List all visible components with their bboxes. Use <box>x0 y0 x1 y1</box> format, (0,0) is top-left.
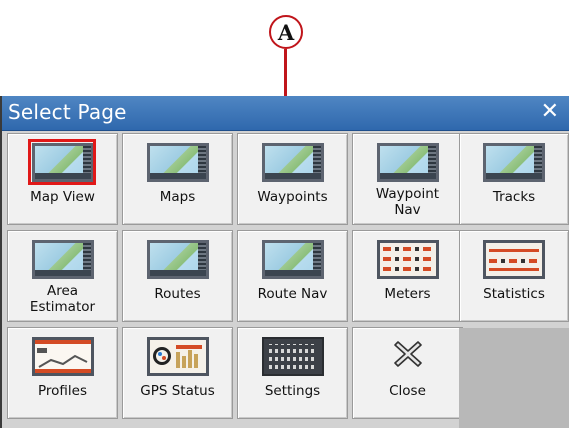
meters-thumbnail-icon <box>376 240 439 279</box>
map-thumbnail-icon <box>261 143 324 182</box>
tile-settings[interactable]: Settings <box>237 327 348 419</box>
tile-label: Waypoint Nav <box>375 186 440 218</box>
selected-indicator <box>28 139 96 185</box>
dialog-title: Select Page <box>8 100 127 124</box>
tile-label: Tracks <box>492 189 536 205</box>
tile-area-estimator[interactable]: Area Estimator <box>7 230 118 322</box>
tile-label: Close <box>389 383 426 399</box>
tile-waypoint-nav[interactable]: Waypoint Nav <box>352 133 463 225</box>
tile-label: Maps <box>159 189 196 205</box>
tile-label: Routes <box>154 286 201 302</box>
dialog-title-bar: Select Page ✕ <box>2 96 569 131</box>
tile-label: Profiles <box>37 383 87 399</box>
empty-grid-slot <box>459 328 569 428</box>
tile-label: Settings <box>264 383 321 399</box>
map-thumbnail-icon <box>261 240 324 279</box>
gps-status-thumbnail-icon <box>146 337 209 376</box>
map-thumbnail-icon <box>376 143 439 182</box>
tile-label: GPS Status <box>140 383 215 399</box>
select-page-dialog: Select Page ✕ Map View Maps Waypoints Wa… <box>0 96 569 428</box>
settings-keypad-icon <box>261 337 324 376</box>
callout-letter: A <box>277 19 295 45</box>
tile-routes[interactable]: Routes <box>122 230 233 322</box>
tile-label: Waypoints <box>257 189 328 205</box>
map-thumbnail-icon <box>31 240 94 279</box>
tile-map-view[interactable]: Map View <box>7 133 118 225</box>
close-icon[interactable]: ✕ <box>541 99 559 124</box>
tile-label: Meters <box>384 286 431 302</box>
map-thumbnail-icon <box>146 240 209 279</box>
tile-waypoints[interactable]: Waypoints <box>237 133 348 225</box>
statistics-thumbnail-icon <box>483 240 545 279</box>
tile-route-nav[interactable]: Route Nav <box>237 230 348 322</box>
map-thumbnail-icon <box>483 143 545 182</box>
close-x-icon <box>393 341 422 367</box>
tile-close[interactable]: Close <box>352 327 463 419</box>
tile-profiles[interactable]: Profiles <box>7 327 118 419</box>
tile-statistics[interactable]: Statistics <box>459 230 569 322</box>
tile-label: Area Estimator <box>29 283 96 315</box>
tile-label: Route Nav <box>257 286 328 302</box>
tile-tracks[interactable]: Tracks <box>459 133 569 225</box>
tile-label: Statistics <box>483 286 545 302</box>
tile-label: Map View <box>30 189 95 205</box>
profile-thumbnail-icon <box>31 337 94 376</box>
tile-gps-status[interactable]: GPS Status <box>122 327 233 419</box>
map-thumbnail-icon <box>146 143 209 182</box>
callout-a-marker: A <box>269 15 303 49</box>
tile-meters[interactable]: Meters <box>352 230 463 322</box>
tile-maps[interactable]: Maps <box>122 133 233 225</box>
